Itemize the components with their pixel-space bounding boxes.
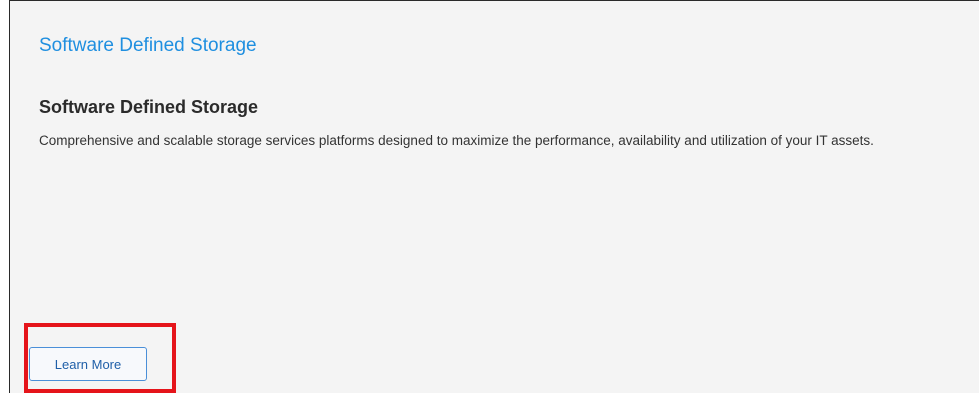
learn-more-button[interactable]: Learn More	[29, 347, 147, 381]
card-description: Comprehensive and scalable storage servi…	[39, 133, 874, 148]
solution-card: Software Defined Storage Software Define…	[9, 0, 979, 393]
card-heading: Software Defined Storage	[39, 97, 259, 117]
card-title-link[interactable]: Software Defined Storage	[39, 35, 257, 57]
